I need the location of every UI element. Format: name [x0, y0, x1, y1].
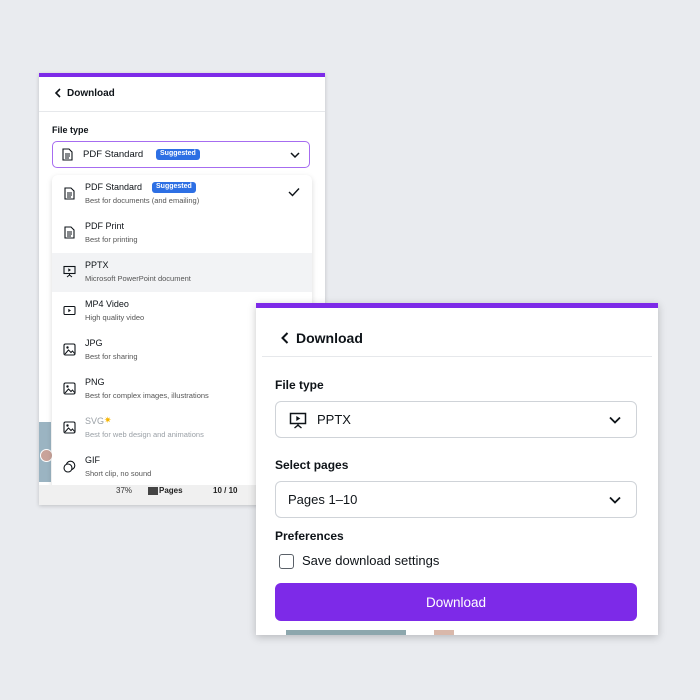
image-icon — [63, 382, 76, 395]
pro-crown-icon: ✷ — [104, 415, 112, 425]
file-type-label: File type — [52, 125, 89, 135]
chevron-down-icon — [290, 152, 300, 159]
design-preview-strip — [434, 630, 454, 635]
document-icon — [64, 187, 75, 200]
option-title: GIF — [85, 455, 100, 465]
chevron-left-icon[interactable] — [52, 87, 64, 99]
option-pdf-standard[interactable]: PDF Standard Suggested Best for document… — [52, 175, 312, 214]
option-description: Microsoft PowerPoint document — [85, 274, 191, 283]
presentation-icon — [289, 412, 307, 429]
zoom-level[interactable]: 37% — [116, 486, 132, 495]
video-icon — [63, 305, 76, 316]
pages-button[interactable]: Pages — [159, 486, 183, 495]
image-icon — [63, 343, 76, 356]
save-settings-label[interactable]: Save download settings — [302, 553, 439, 568]
option-description: Short clip, no sound — [85, 469, 152, 478]
option-title: PPTX — [85, 260, 109, 270]
panel-header: Download — [39, 77, 325, 112]
option-title: MP4 Video — [85, 299, 129, 309]
file-type-value: PPTX — [317, 412, 351, 427]
panel-header: Download — [262, 312, 652, 357]
pages-icon — [148, 487, 158, 495]
document-icon — [64, 226, 75, 239]
chevron-down-icon — [609, 496, 621, 504]
chevron-down-icon — [609, 416, 621, 424]
chevron-left-icon[interactable] — [279, 331, 291, 345]
file-type-select[interactable]: PPTX — [275, 401, 637, 438]
option-pdf-print[interactable]: PDF Print Best for printing — [52, 214, 312, 253]
download-button[interactable]: Download — [275, 583, 637, 621]
page-count: 10 / 10 — [213, 486, 238, 495]
option-description: Best for sharing — [85, 352, 138, 361]
save-settings-checkbox[interactable] — [279, 554, 294, 569]
option-title: PDF Print — [85, 221, 125, 231]
option-title: PDF Standard — [85, 182, 143, 192]
option-description: Best for printing — [85, 235, 138, 244]
checkmark-icon — [288, 188, 300, 197]
option-description: Best for complex images, illustrations — [85, 391, 209, 400]
suggested-badge: Suggested — [156, 149, 200, 160]
option-title: PNG — [85, 377, 105, 387]
option-pptx[interactable]: PPTX Microsoft PowerPoint document — [52, 253, 312, 292]
option-description: High quality video — [85, 313, 145, 322]
file-type-value: PDF Standard — [83, 149, 144, 160]
option-title: JPG — [85, 338, 103, 348]
image-icon — [63, 421, 76, 434]
download-panel-body: Download File type PPTX Select pages Pag… — [262, 312, 652, 632]
presentation-icon — [63, 265, 76, 278]
document-icon — [62, 148, 73, 161]
option-description: Best for documents (and emailing) — [85, 196, 200, 205]
select-pages-select[interactable]: Pages 1–10 — [275, 481, 637, 518]
option-description: Best for web design and animations — [85, 430, 204, 439]
suggested-badge: Suggested — [152, 182, 196, 193]
option-title: SVG — [85, 416, 105, 426]
gif-icon — [63, 460, 76, 473]
file-type-select[interactable]: PDF Standard Suggested — [52, 141, 310, 168]
download-panel: Download File type PPTX Select pages Pag… — [256, 303, 658, 635]
panel-title: Download — [296, 330, 363, 346]
panel-title: Download — [67, 88, 115, 99]
select-pages-value: Pages 1–10 — [288, 492, 358, 507]
select-pages-label: Select pages — [275, 458, 349, 472]
design-preview-strip — [286, 630, 406, 635]
preferences-label: Preferences — [275, 529, 344, 543]
file-type-label: File type — [275, 378, 324, 392]
